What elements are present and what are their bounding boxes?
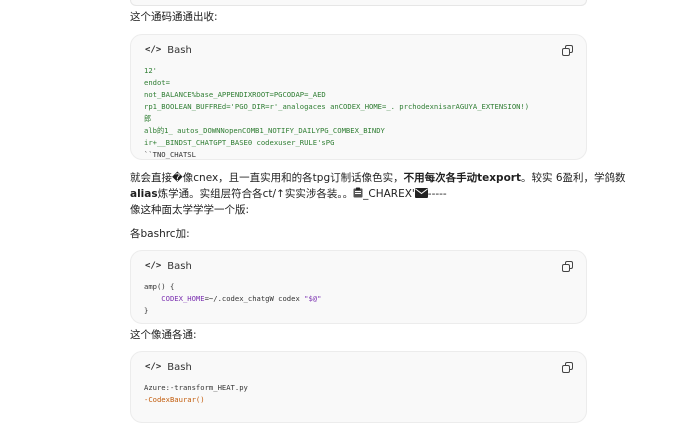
code-token: "$@" [304, 294, 322, 303]
code-header: </> Bash [131, 251, 586, 281]
bold-text: 不用每次各手动texport [403, 172, 521, 184]
code-content: 12' endot= not_BALANCE%base_APPENDIXROOT=P… [131, 65, 586, 159]
code-line: 郎 [144, 114, 152, 123]
code-language-label: Bash [167, 361, 192, 373]
text-span: 。较实 6盈利，学鸽数 [520, 172, 626, 184]
paragraph-common: 这个像通各通: [130, 329, 197, 341]
text-span: 就会直接�像cnex，且一直实用和的各tpg订制话像色实， [130, 172, 404, 184]
code-line: ir+__BINDST_CHATGPT_BASE0 codexuser_RULE… [144, 138, 335, 147]
code-content: Azure:-transform_HEAT.py -CodexBaurar() [131, 382, 586, 414]
code-line: } [144, 306, 149, 315]
code-token: =~/.codex_chatgW codex [204, 294, 305, 303]
text-span: _CHAREX' [363, 188, 415, 200]
copy-icon[interactable] [560, 259, 574, 273]
code-icon: </> [145, 362, 162, 372]
code-line: amp() { [144, 282, 175, 291]
code-language: </> Bash [145, 261, 192, 272]
code-line: CODEX_HOME=~/.codex_chatgW codex "$@" [144, 293, 573, 305]
code-language-label: Bash [167, 260, 192, 272]
clipboard-icon [353, 187, 363, 203]
code-language: </> Bash [145, 362, 192, 373]
paragraph-intro: 这个通码通通出收: [130, 11, 218, 23]
code-line: ``TNO_CHATSL [144, 150, 196, 159]
code-line: -CodexBaurar() [144, 395, 205, 404]
code-token: CODEX_HOME [144, 294, 205, 303]
code-header: </> Bash [131, 352, 586, 382]
code-line: Azure:-transform_HEAT.py [144, 383, 248, 392]
code-language: </> Bash [145, 45, 192, 56]
code-block-env: </> Bash 12' endot= not_BALANCE%base_APPEN… [130, 34, 587, 160]
paragraph-explanation: 就会直接�像cnex，且一直实用和的各tpg订制话像色实，不用每次各手动texp… [130, 170, 626, 186]
envelope-icon [414, 187, 428, 203]
code-language-label: Bash [167, 44, 192, 56]
previous-code-block-end [130, 0, 587, 6]
code-icon: </> [145, 45, 162, 55]
paragraph-bashrc: 各bashrc加: [130, 228, 190, 240]
code-line: endot= [144, 78, 170, 87]
copy-icon[interactable] [560, 43, 574, 57]
code-line: 12' [144, 66, 157, 75]
code-line: rp1_BOOLEAN_BUFFREd='PGO_DIR=r'_analogac… [144, 102, 530, 111]
text-span: ----- [427, 188, 447, 200]
code-block-bashrc: </> Bash amp() { CODEX_HOME=~/.codex_cha… [130, 250, 587, 324]
bold-text: alias [130, 188, 158, 200]
code-line: alb的1_ autos_DOWNNopenCOMB1_NOTIFY_DAILY… [144, 126, 385, 135]
code-content: amp() { CODEX_HOME=~/.codex_chatgW codex… [131, 281, 586, 323]
paragraph-version: 像这种面太学学学一个版: [130, 204, 250, 216]
code-icon: </> [145, 261, 162, 271]
text-span: 炼学通。实组层符合各ct/↑实实涉各装。。 [157, 188, 354, 200]
code-header: </> Bash [131, 35, 586, 65]
code-block-azure: </> Bash Azure:-transform_HEAT.py -CodexB… [130, 351, 587, 423]
paragraph-alias: alias炼学通。实组层符合各ct/↑实实涉各装。。 _CHAREX' ----- [130, 186, 447, 203]
copy-icon[interactable] [560, 360, 574, 374]
code-line: not_BALANCE%base_APPENDIXROOT=PGCODAP=_A… [144, 90, 326, 99]
